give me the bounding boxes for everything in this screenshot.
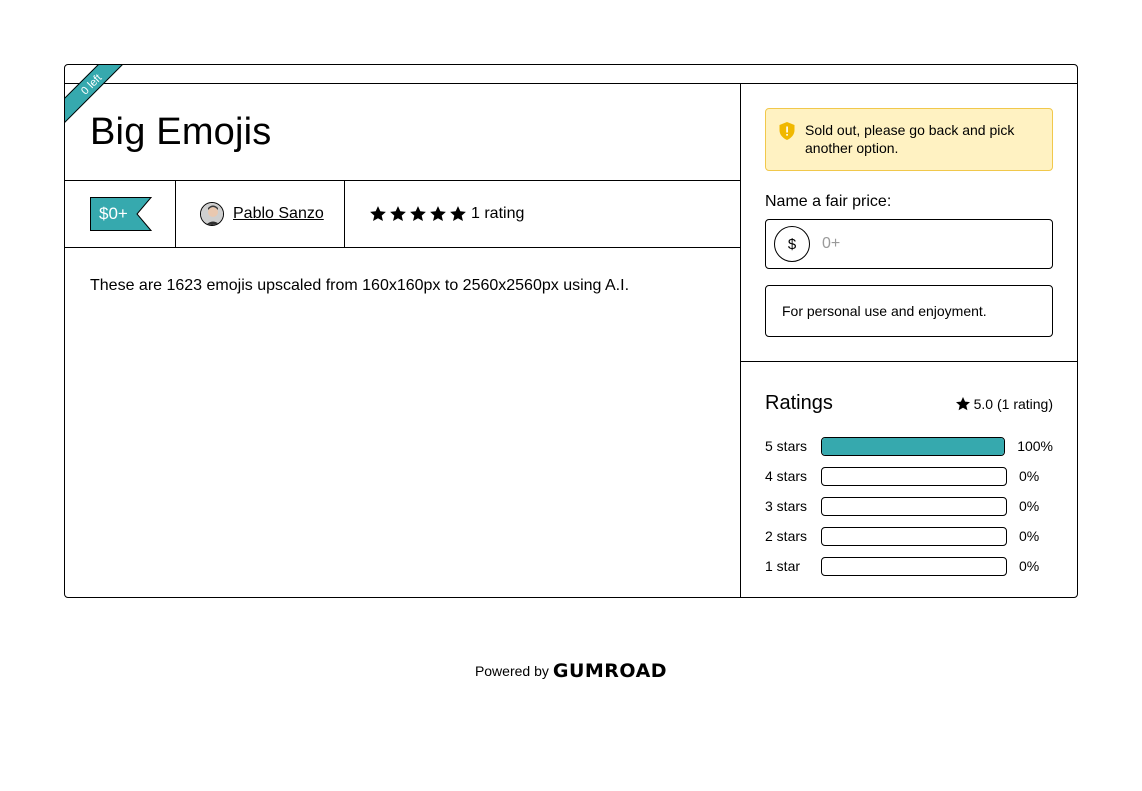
rating-bar-percent: 0%	[1019, 468, 1040, 484]
rating-bar-label: 3 stars	[765, 498, 808, 514]
rating-bar-row: 4 stars 0%	[765, 461, 1053, 491]
powered-by-text: Powered by	[474, 663, 549, 679]
rating-bar	[821, 556, 1007, 576]
rating-bar-fill	[821, 437, 1005, 455]
rating-bar-percent: 0%	[1019, 498, 1040, 514]
rating-bar-label: 5 stars	[765, 438, 808, 454]
price-field[interactable]: $	[765, 219, 1053, 269]
avatar-image	[201, 203, 223, 225]
product-description: These are 1623 emojis upscaled from 160x…	[90, 277, 630, 294]
gumroad-logo[interactable]: GUMROAD	[553, 660, 667, 682]
price-cell: $0+	[65, 181, 176, 247]
sold-out-alert: Sold out, please go back and pick anothe…	[765, 108, 1053, 171]
checkout-section: Sold out, please go back and pick anothe…	[741, 84, 1077, 362]
rating-bar-percent: 0%	[1019, 528, 1040, 544]
star-icon	[410, 206, 426, 222]
avatar[interactable]	[200, 202, 224, 226]
alert-text: Sold out, please go back and pick anothe…	[805, 122, 1015, 156]
ratings-title: Ratings	[765, 392, 833, 414]
rating-bar-row: 1 star 0%	[765, 551, 1053, 581]
star-icon	[370, 206, 386, 222]
sidebar: Sold out, please go back and pick anothe…	[740, 84, 1077, 597]
rating-bar	[820, 436, 1006, 456]
star-icon	[390, 206, 406, 222]
fair-price-label: Name a fair price:	[765, 193, 892, 210]
currency-badge: $	[774, 226, 810, 262]
product-card: 0 left Big Emojis $0+ Pablo Sanzo 1 rati…	[64, 64, 1078, 598]
license-note: For personal use and enjoyment.	[765, 285, 1053, 337]
rating-bar-percent: 0%	[1019, 558, 1040, 574]
top-strip	[65, 65, 1077, 84]
rating-bar	[821, 466, 1007, 486]
product-details: Big Emojis $0+ Pablo Sanzo 1 rating Thes…	[65, 84, 740, 597]
rating-bar-label: 4 stars	[765, 468, 808, 484]
author-cell: Pablo Sanzo	[176, 181, 345, 247]
product-title: Big Emojis	[90, 110, 272, 153]
rating-bar-row: 2 stars 0%	[765, 521, 1053, 551]
rating-bar-label: 1 star	[765, 558, 801, 574]
star-icon	[955, 396, 970, 410]
star-icon	[450, 206, 466, 222]
rating-bar	[821, 496, 1007, 516]
title-row: Big Emojis	[65, 84, 740, 181]
price-tag-label: $0+	[99, 204, 128, 223]
rating-bar-row: 3 stars 0%	[765, 491, 1053, 521]
rating-cell: 1 rating	[345, 181, 524, 247]
rating-bar	[821, 526, 1007, 546]
meta-row: $0+ Pablo Sanzo 1 rating	[65, 181, 740, 248]
price-input[interactable]	[822, 235, 1022, 253]
rating-bar-label: 2 stars	[765, 528, 808, 544]
ratings-section: Ratings 5.0 (1 rating) 5 stars 100% 4 st…	[741, 362, 1077, 581]
rating-stars	[369, 205, 467, 223]
price-tag: $0+	[90, 197, 152, 231]
footer: Powered by GUMROAD	[0, 660, 1142, 682]
rating-count: 1 rating	[471, 205, 525, 222]
author-link[interactable]: Pablo Sanzo	[233, 205, 324, 223]
star-icon	[430, 206, 446, 222]
ratings-header: Ratings 5.0 (1 rating)	[765, 392, 1053, 415]
rating-bar-row: 5 stars 100%	[765, 431, 1053, 461]
shield-icon	[779, 122, 795, 140]
rating-bar-percent: 100%	[1017, 438, 1053, 454]
ratings-summary: 5.0 (1 rating)	[955, 396, 1053, 412]
ratings-summary-text: 5.0 (1 rating)	[973, 395, 1053, 412]
